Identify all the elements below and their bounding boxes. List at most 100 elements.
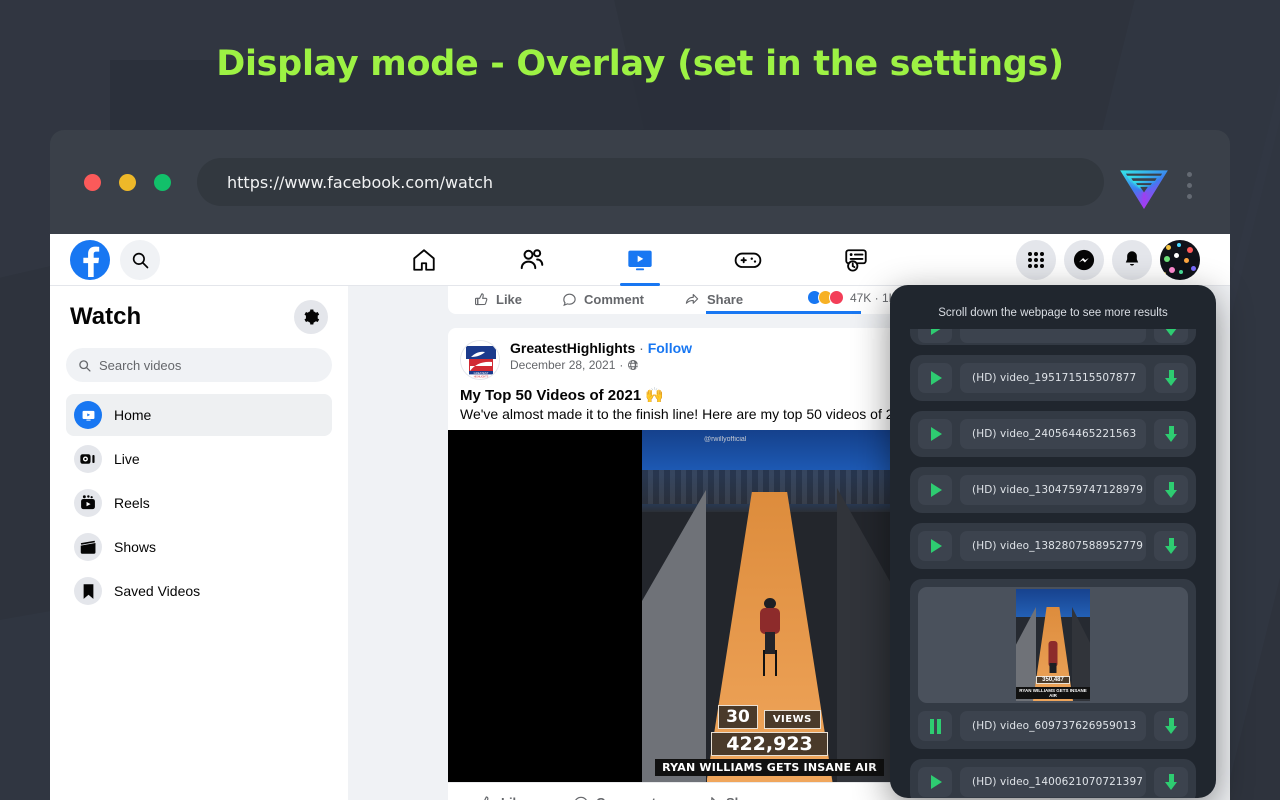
video-preview-thumbnail[interactable]: 350,487 RYAN WILLIAMS GETS INSANE AIR <box>918 587 1188 703</box>
shows-clapper-icon <box>74 533 102 561</box>
window-controls[interactable] <box>84 174 171 191</box>
video-caption: RYAN WILLIAMS GETS INSANE AIR <box>655 759 884 776</box>
svg-text:GREATEST: GREATEST <box>474 371 489 375</box>
video-watermark: @rwillyofficial <box>704 436 747 443</box>
grid-menu-icon[interactable] <box>1016 239 1056 280</box>
triangle-logo-icon[interactable] <box>1118 166 1170 210</box>
post-separator-2: · <box>619 358 624 372</box>
like-button[interactable]: Like <box>474 292 522 307</box>
post-share-label: Share <box>726 795 762 800</box>
play-icon[interactable] <box>918 329 952 343</box>
download-icon[interactable] <box>1154 475 1188 505</box>
kebab-menu-icon[interactable] <box>1187 172 1192 199</box>
facebook-header <box>50 234 1230 286</box>
comment-button[interactable]: Comment <box>562 292 644 307</box>
video-overlay-badges: 30 VIEWS 422,923 RYAN WILLIAMS GETS INSA… <box>642 705 897 776</box>
play-icon[interactable] <box>918 767 952 797</box>
download-icon[interactable] <box>1154 531 1188 561</box>
sidebar-item-live[interactable]: Live <box>66 438 332 480</box>
search-placeholder: Search videos <box>99 357 182 373</box>
nav-friends[interactable] <box>506 234 558 286</box>
list-item[interactable]: (HD) video_1400621070721397 <box>910 759 1196 798</box>
sidebar-item-reels[interactable]: Reels <box>66 482 332 524</box>
sidebar-nav: Home Live Reels Shows Saved Videos <box>66 394 332 612</box>
post-date: December 28, 2021 <box>510 358 616 372</box>
url-text: https://www.facebook.com/watch <box>227 172 494 192</box>
nav-gaming[interactable] <box>722 234 774 286</box>
download-icon[interactable] <box>1154 419 1188 449</box>
maximize-button[interactable] <box>154 174 171 191</box>
list-item[interactable]: (HD) video_1304759747128979 <box>910 467 1196 513</box>
video-name: (HD) video_1382807588952779 <box>960 531 1146 561</box>
comment-bubble-icon <box>563 293 576 307</box>
search-icon[interactable] <box>120 239 160 280</box>
sidebar-item-label: Live <box>114 451 140 467</box>
browser-chrome: https://www.facebook.com/watch <box>50 130 1230 234</box>
notifications-bell-icon[interactable] <box>1112 239 1152 280</box>
video-name: (HD) video_1304759747128979 <box>960 475 1146 505</box>
play-icon[interactable] <box>918 419 952 449</box>
sidebar-item-shows[interactable]: Shows <box>66 526 332 568</box>
thumbs-up-icon <box>483 795 489 800</box>
list-item-expanded[interactable]: 350,487 RYAN WILLIAMS GETS INSANE AIR (H… <box>910 579 1196 749</box>
download-icon[interactable] <box>1154 767 1188 797</box>
play-icon[interactable] <box>918 475 952 505</box>
sidebar-item-label: Saved Videos <box>114 583 201 599</box>
messenger-icon[interactable] <box>1064 239 1104 280</box>
post-like-button[interactable]: Like <box>478 795 527 800</box>
post-comment-button[interactable]: Comment <box>573 795 656 800</box>
download-icon[interactable] <box>1154 329 1188 343</box>
reels-icon <box>74 489 102 517</box>
list-item[interactable] <box>910 329 1196 345</box>
video-views-count: 422,923 <box>711 732 828 756</box>
video-name <box>960 329 1146 343</box>
play-icon[interactable] <box>918 531 952 561</box>
facebook-header-actions <box>1016 239 1200 280</box>
like-label: Like <box>496 292 523 307</box>
facebook-logo-icon[interactable] <box>70 239 110 280</box>
gear-icon[interactable] <box>294 300 328 334</box>
minimize-button[interactable] <box>119 174 136 191</box>
download-icon[interactable] <box>1154 363 1188 393</box>
nav-watch[interactable] <box>614 234 666 286</box>
search-input[interactable]: Search videos <box>66 348 332 382</box>
follow-link[interactable]: Follow <box>648 340 692 356</box>
post-avatar[interactable]: GREATEST HIGHLIGHTS <box>460 340 500 380</box>
post-separator: · <box>639 340 644 356</box>
list-item[interactable]: (HD) video_1382807588952779 <box>910 523 1196 569</box>
nav-memories[interactable] <box>830 234 882 286</box>
comment-bubble-icon <box>574 796 588 800</box>
share-arrow-icon <box>708 796 716 800</box>
post-author[interactable]: GreatestHighlights <box>510 340 635 356</box>
list-item[interactable]: (HD) video_195171515507877 <box>910 355 1196 401</box>
video-name: (HD) video_240564465221563 <box>960 419 1146 449</box>
overlay-video-list[interactable]: (HD) video_195171515507877 (HD) video_24… <box>890 329 1216 798</box>
reaction-icons <box>806 290 844 305</box>
svg-text:HIGHLIGHTS: HIGHLIGHTS <box>474 375 489 378</box>
video-name: (HD) video_195171515507877 <box>960 363 1146 393</box>
facebook-main-nav <box>398 234 882 286</box>
post-meta: GreatestHighlights · Follow December 28,… <box>510 340 692 380</box>
watch-home-icon <box>74 401 102 429</box>
play-icon[interactable] <box>918 363 952 393</box>
video-name: (HD) video_1400621070721397 <box>960 767 1146 797</box>
nav-home[interactable] <box>398 234 450 286</box>
close-button[interactable] <box>84 174 101 191</box>
share-arrow-icon <box>685 293 699 304</box>
globe-icon <box>628 360 639 370</box>
avatar[interactable] <box>1160 239 1200 280</box>
address-bar[interactable]: https://www.facebook.com/watch <box>197 158 1104 206</box>
download-icon[interactable] <box>1154 711 1188 741</box>
page-title: Display mode - Overlay (set in the setti… <box>216 44 1064 84</box>
extension-overlay-panel[interactable]: Scroll down the webpage to see more resu… <box>890 285 1216 798</box>
watch-sidebar: Watch Search videos Home Live Reels Show… <box>50 286 348 800</box>
pause-icon[interactable] <box>918 711 952 741</box>
sidebar-item-home[interactable]: Home <box>66 394 332 436</box>
sidebar-item-saved-videos[interactable]: Saved Videos <box>66 570 332 612</box>
screenshot-root: Display mode - Overlay (set in the setti… <box>0 0 1280 800</box>
share-button[interactable]: Share <box>684 292 743 307</box>
sidebar-item-label: Shows <box>114 539 157 555</box>
thumbs-up-icon <box>475 293 488 306</box>
list-item[interactable]: (HD) video_240564465221563 <box>910 411 1196 457</box>
post-share-button[interactable]: Share <box>702 795 762 800</box>
